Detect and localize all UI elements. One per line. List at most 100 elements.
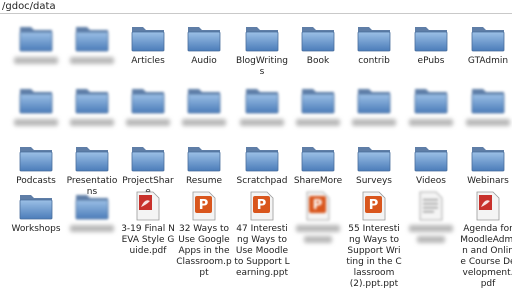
pdf-file-icon [131, 191, 165, 221]
folder-icon [19, 191, 53, 221]
folder-item[interactable] [8, 85, 64, 126]
folder-item[interactable]: Resume [176, 143, 232, 187]
redacted-label [70, 57, 114, 64]
folder-item[interactable] [403, 85, 459, 126]
file-item[interactable]: P [290, 191, 346, 243]
folder-icon [414, 23, 448, 53]
folder-item[interactable]: ShareMore [290, 143, 346, 187]
path-bar[interactable]: /gdoc/data [0, 0, 512, 14]
folder-item[interactable]: GTAdmin [460, 23, 512, 67]
item-label: contrib [358, 56, 390, 66]
folder-icon [245, 23, 279, 53]
folder-item[interactable]: Book [290, 23, 346, 67]
file-item[interactable]: P 32 Ways to Use Google Apps in the Clas… [176, 191, 232, 279]
folder-icon [187, 85, 221, 115]
folder-item[interactable] [64, 85, 120, 126]
redacted-label [409, 119, 453, 126]
item-label: 32 Ways to Use Google Apps in the Classr… [176, 224, 232, 278]
item-label: Resume [185, 176, 223, 186]
folder-item[interactable]: ePubs [403, 23, 459, 67]
folder-icon [301, 143, 335, 173]
item-label: ShareMore [293, 176, 343, 186]
svg-text:P: P [199, 198, 209, 213]
file-item[interactable]: 3-19 Final NEVA Style Guide.pdf [120, 191, 176, 257]
folder-item[interactable]: Podcasts [8, 143, 64, 187]
folder-icon [19, 143, 53, 173]
folder-icon [414, 143, 448, 173]
folder-icon [471, 23, 505, 53]
folder-item[interactable] [176, 85, 232, 126]
folder-item[interactable] [460, 85, 512, 126]
file-item[interactable]: P 55 Interesting Ways to Support Writing… [346, 191, 402, 290]
folder-icon [131, 23, 165, 53]
redacted-label [466, 119, 510, 126]
ppt-file-icon: P [187, 191, 221, 221]
file-item[interactable]: P 47 Interesting Ways to Use Moodle to S… [234, 191, 290, 279]
item-label: BlogWritings [235, 56, 289, 77]
folder-item[interactable]: Scratchpad [234, 143, 290, 187]
folder-item[interactable] [64, 191, 120, 232]
item-label: Workshops [11, 224, 61, 234]
redacted-label [296, 225, 340, 232]
folder-icon [245, 143, 279, 173]
folder-icon [471, 85, 505, 115]
folder-icon [75, 85, 109, 115]
redacted-label [240, 119, 284, 126]
item-label: Surveys [356, 176, 392, 186]
redacted-label [182, 119, 226, 126]
pdf-file-icon [471, 191, 505, 221]
folder-icon [471, 143, 505, 173]
folder-item[interactable]: Articles [120, 23, 176, 67]
ppt-file-icon: P [357, 191, 391, 221]
folder-item[interactable]: Workshops [8, 191, 64, 235]
folder-item[interactable]: contrib [346, 23, 402, 67]
folder-item[interactable]: BlogWritings [234, 23, 290, 78]
item-label: Webinars [467, 176, 509, 186]
document-icon [414, 191, 448, 221]
folder-item[interactable] [120, 85, 176, 126]
folder-item[interactable]: Webinars [460, 143, 512, 187]
folder-item[interactable] [290, 85, 346, 126]
folder-item[interactable] [64, 23, 120, 64]
folder-icon [75, 23, 109, 53]
folder-icon [187, 23, 221, 53]
file-grid: Articles Audio BlogWritings Book contrib… [0, 15, 512, 302]
folder-icon [245, 85, 279, 115]
item-label: Scratchpad [236, 176, 288, 186]
ppt-file-icon: P [301, 191, 335, 221]
file-item[interactable]: Agenda for MoodleAdmin and Online Course… [460, 191, 512, 290]
folder-item[interactable]: Videos [403, 143, 459, 187]
redacted-label [14, 119, 58, 126]
folder-icon [357, 23, 391, 53]
folder-item[interactable] [346, 85, 402, 126]
folder-icon [19, 85, 53, 115]
ppt-file-icon: P [245, 191, 279, 221]
folder-icon [357, 143, 391, 173]
item-label: 55 Interesting Ways to Support Writing i… [346, 224, 402, 289]
item-label: ePubs [417, 56, 445, 66]
folder-icon [357, 85, 391, 115]
file-item[interactable] [403, 191, 459, 243]
folder-item[interactable]: Surveys [346, 143, 402, 187]
item-label: Agenda for MoodleAdmin and Online Course… [460, 224, 512, 289]
folder-item[interactable]: ProjectShare [120, 143, 176, 198]
folder-icon [19, 23, 53, 53]
redacted-label [70, 119, 114, 126]
item-label: Audio [191, 56, 217, 66]
item-label: Book [306, 56, 330, 66]
item-label: 47 Interesting Ways to Use Moodle to Sup… [234, 224, 290, 278]
redacted-label [352, 119, 396, 126]
svg-text:P: P [257, 198, 267, 213]
item-label: Articles [131, 56, 165, 66]
folder-item[interactable] [8, 23, 64, 64]
folder-icon [187, 143, 221, 173]
folder-icon [301, 85, 335, 115]
folder-icon [75, 143, 109, 173]
item-label: Videos [416, 176, 446, 186]
folder-item[interactable] [234, 85, 290, 126]
folder-item[interactable]: Presentations [64, 143, 120, 198]
redacted-label [417, 236, 445, 243]
svg-text:P: P [369, 198, 379, 213]
folder-item[interactable]: Audio [176, 23, 232, 67]
folder-icon [131, 85, 165, 115]
